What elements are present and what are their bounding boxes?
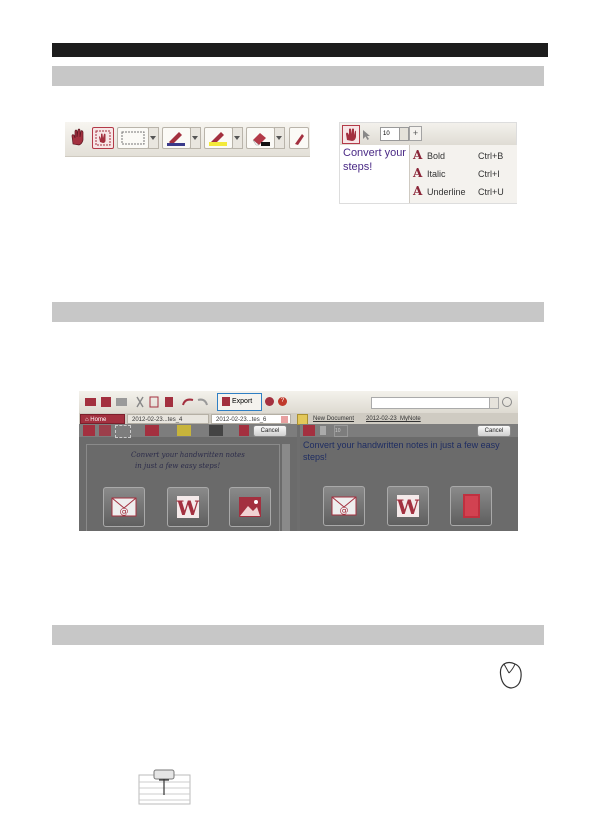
handwriting-line-2: in just a few easy steps! [135,462,221,470]
search-icon[interactable] [502,397,512,407]
tab-note-6[interactable]: 2012-02-23...tes_6 [211,414,291,424]
tab-new-document[interactable]: New Document [313,414,354,424]
chevron-down-icon[interactable] [232,127,243,149]
format-menu: A Bold Ctrl+B A Italic Ctrl+I A Underlin… [409,145,517,203]
chevron-down-icon[interactable] [148,127,159,149]
cursor-icon[interactable] [362,128,372,140]
svg-text:@: @ [120,507,129,517]
text-cursor-icon [138,767,191,805]
cancel-button[interactable]: Cancel [253,425,287,437]
tab-bar: ⌂ Home 2012-02-23...tes_4 2012-02-23...t… [79,413,518,425]
hand-tool-icon[interactable] [342,125,360,144]
image-export-icon[interactable] [229,487,271,527]
scrollbar[interactable] [282,444,290,531]
text-pane: 10 Cancel Convert your handwritten notes… [300,424,518,531]
menu-item-bold[interactable]: A Bold Ctrl+B [413,148,515,164]
paste-icon [165,397,173,407]
print-icon [116,398,127,406]
menu-item-italic[interactable]: A Italic Ctrl+I [413,166,515,182]
format-menu-screenshot: 10 + Convert your h steps! A Bold Ctrl+B… [339,122,517,204]
cut-icon [136,396,144,408]
preview-text: Convert your h [343,147,416,159]
font-style-icon: A [413,184,423,198]
cursor-icon[interactable] [320,426,326,435]
eraser-icon[interactable] [209,425,223,436]
hand-tool-icon[interactable] [83,425,95,436]
email-export-icon[interactable]: @ [103,487,145,527]
lasso-select-icon[interactable] [117,127,149,149]
word-export-icon[interactable]: W [167,487,209,527]
ink-canvas[interactable]: Convert your handwritten notes in just a… [86,444,280,531]
font-style-icon: A [413,148,423,162]
chevron-down-icon[interactable] [489,397,499,409]
text-toolbar: 10 + [340,123,516,145]
pen-settings-icon[interactable] [289,127,309,149]
export-button[interactable]: Export [217,393,262,411]
font-style-icon: A [413,166,423,180]
help-icon[interactable]: ? [278,397,287,406]
word-export-icon[interactable]: W [387,486,429,526]
menu-item-underline[interactable]: A Underline Ctrl+U [413,184,515,200]
notebook-export-icon[interactable] [450,486,492,526]
cancel-button[interactable]: Cancel [477,425,511,437]
handwriting-line-1: Convert your handwritten notes [131,451,245,459]
chevron-down-icon[interactable] [274,127,285,149]
svg-text:W: W [176,496,200,520]
app-toolbar: Export ? [79,391,518,413]
app-window-screenshot: Export ? ⌂ Home 2012-02-23...tes_4 2012-… [79,391,518,531]
highlighter-icon[interactable] [177,425,191,436]
open-icon [85,398,96,406]
pen-toolbar-screenshot [65,122,310,157]
pen-color-icon[interactable] [162,127,191,149]
search-input[interactable] [371,397,491,409]
tab-mynote[interactable]: 2012-02-23_MyNote [366,414,421,424]
hand-tool-icon[interactable] [68,127,88,147]
svg-text:W: W [396,495,420,519]
mouse-icon [496,658,526,692]
add-icon[interactable]: + [409,126,422,141]
select-tool-icon[interactable] [92,127,114,149]
pen-settings-icon[interactable] [239,425,249,436]
highlighter-icon[interactable] [204,127,233,149]
ink-pane: Cancel Convert your handwritten notes in… [79,424,297,531]
svg-text:@: @ [340,506,349,516]
lasso-select-icon[interactable] [115,425,131,438]
preview-text-line2: steps! [343,161,373,173]
tab-note-4[interactable]: 2012-02-23...tes_4 [127,414,209,424]
font-size-field[interactable]: 10 [334,425,348,437]
redo-icon [197,398,208,406]
section-bar-1 [52,66,544,86]
pen-color-icon[interactable] [145,425,159,436]
export-icon [222,396,230,406]
copy-icon [149,396,159,408]
page-header-bar [52,43,548,57]
email-export-icon[interactable]: @ [323,486,365,526]
save-icon [101,397,111,407]
eraser-icon[interactable] [246,127,275,149]
close-icon[interactable] [281,416,288,423]
select-tool-icon[interactable] [99,425,111,436]
chevron-down-icon[interactable] [399,127,409,141]
hand-tool-icon[interactable] [303,425,315,436]
tab-home[interactable]: ⌂ Home [80,414,125,424]
settings-icon[interactable] [265,397,274,406]
section-bar-2 [52,302,544,322]
undo-icon [182,398,194,406]
chevron-down-icon[interactable] [190,127,201,149]
section-bar-3 [52,625,544,645]
converted-text: Convert your handwritten notes in just a… [303,440,500,462]
